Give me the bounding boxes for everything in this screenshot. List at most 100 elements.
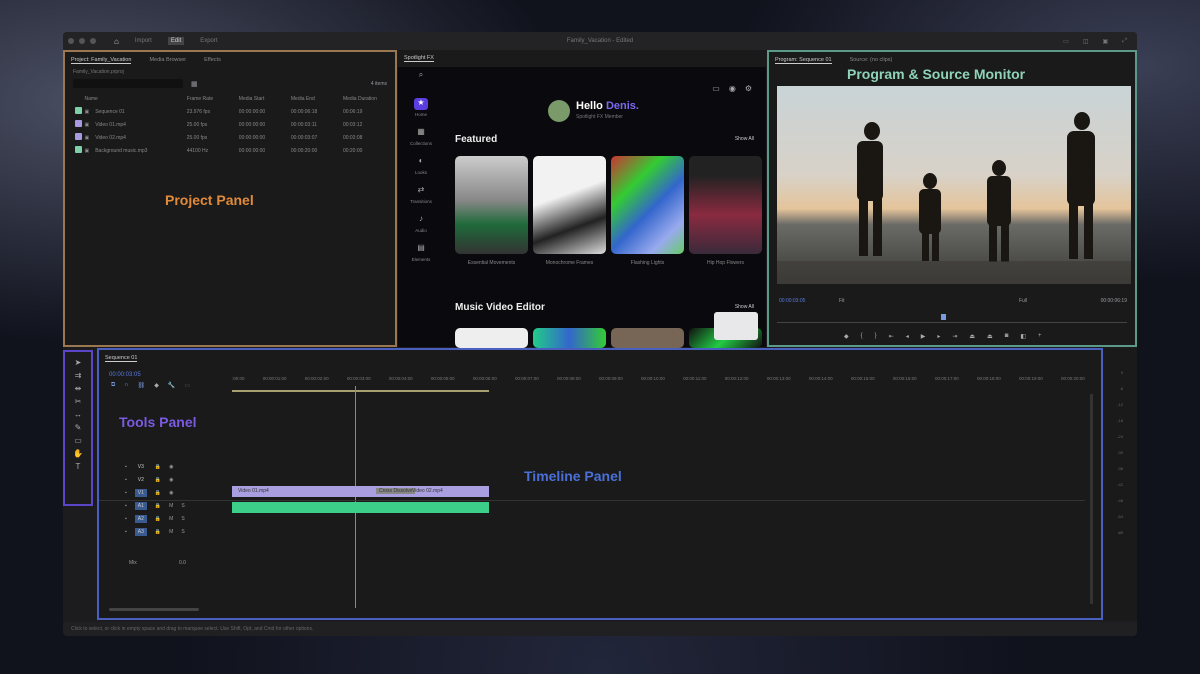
tab-spotlight[interactable]: Spotlight FX (404, 55, 434, 62)
toggle-sync-lock[interactable]: ▪ (125, 529, 127, 535)
lift-icon[interactable]: ⏏ (969, 333, 975, 340)
settings-icon[interactable]: ▣ (1103, 38, 1109, 45)
track-lock-icon[interactable]: 🔒 (155, 477, 161, 483)
razor-icon[interactable]: ✂ (75, 397, 82, 406)
fullscreen-icon[interactable]: ⤢ (1122, 38, 1127, 45)
timeline-timecode[interactable]: 00:00:03:05 (109, 372, 141, 378)
minimize-button[interactable] (79, 38, 85, 44)
sidebar-item[interactable]: ▦ Collections (410, 127, 432, 146)
nav-import[interactable]: Import (135, 38, 152, 44)
project-item[interactable]: ▣ Video 02.mp4 25.00 fps 00:00:00:00 00:00:0… (65, 131, 395, 144)
sidebar-item[interactable]: ▤ Elements (412, 243, 431, 262)
mute-button[interactable]: ◉ (169, 464, 173, 470)
tab-program[interactable]: Program: Sequence 01 (775, 57, 832, 64)
rectangle-icon[interactable]: ▭ (74, 436, 82, 445)
tab-project[interactable]: Project: Family_Vacation (71, 57, 132, 64)
playhead-timecode[interactable]: 00:00:03:05 (779, 298, 805, 304)
col-end[interactable]: Media End (291, 96, 343, 102)
track-header[interactable]: ▪ A2 🔒 M S (125, 512, 185, 525)
track-header[interactable]: ▪ V2 🔒 ◉ (125, 473, 185, 486)
label-color-swatch[interactable] (75, 146, 82, 153)
time-ruler[interactable]: :00:00 00:00:01:00 00:00:02:00 00:00:03:00 0… (232, 376, 1085, 388)
ripple-edit-icon[interactable]: ⇹ (75, 384, 82, 393)
track-select-icon[interactable]: ⇉ (75, 371, 82, 380)
snap-icon[interactable]: ∩ (124, 382, 128, 389)
home-icon[interactable]: ⌂ (114, 37, 119, 46)
tab-sequence[interactable]: Sequence 01 (105, 355, 138, 362)
hand-icon[interactable]: ✋ (73, 449, 83, 458)
new-bin-icon[interactable]: ▦ (191, 80, 198, 88)
quality-select[interactable]: Full (1019, 298, 1027, 304)
card-4[interactable] (689, 156, 762, 254)
horizontal-scrollbar[interactable] (109, 608, 199, 611)
step-forward-icon[interactable]: ▸ (937, 333, 940, 340)
wrench-icon[interactable]: 🔧 (168, 382, 175, 389)
audio-clip[interactable] (232, 502, 489, 513)
step-back-icon[interactable]: ◂ (906, 333, 909, 340)
nest-icon[interactable]: ⧉ (111, 382, 115, 389)
mute-button[interactable]: M (169, 503, 173, 509)
track-lock-icon[interactable]: 🔒 (155, 516, 161, 522)
video-clip[interactable]: Video 01.mp4 Cross Dissolve Video 02.mp4 (232, 486, 489, 497)
solo-button[interactable]: S (181, 516, 184, 522)
selection-tool-icon[interactable]: ➤ (75, 358, 82, 367)
workspace-icon[interactable]: ▭ (1063, 38, 1069, 45)
mute-button[interactable]: ◉ (169, 477, 173, 483)
sidebar-item[interactable]: ⇄ Transitions (410, 185, 432, 204)
col-duration[interactable]: Media Duration (343, 96, 395, 102)
card-3[interactable] (611, 156, 684, 254)
nav-edit[interactable]: Edit (167, 37, 185, 45)
close-button[interactable] (68, 38, 74, 44)
solo-button[interactable]: S (181, 529, 184, 535)
tab-media-browser[interactable]: Media Browser (149, 57, 186, 64)
card-6[interactable] (533, 328, 606, 348)
floating-widget[interactable] (714, 312, 758, 340)
track-header[interactable]: ▪ V3 🔒 ◉ (125, 460, 185, 473)
toggle-sync-lock[interactable]: ▪ (125, 464, 127, 470)
sidebar-item[interactable]: ♪ Audio (414, 214, 428, 233)
sidebar-item[interactable]: ◐ Looks (414, 156, 428, 175)
project-item[interactable]: ▣ Background music.mp3 44100 Hz 00:00:00:00… (65, 144, 395, 157)
track-lock-icon[interactable]: 🔒 (155, 490, 161, 496)
project-item[interactable]: ▣ Video 01.mp4 25.00 fps 00:00:00:00 00:00:0… (65, 118, 395, 131)
marker-icon[interactable]: ◆ (844, 333, 849, 340)
zoom-button[interactable] (90, 38, 96, 44)
monitor-scrubber[interactable] (777, 322, 1127, 323)
mute-button[interactable]: M (169, 529, 173, 535)
zoom-select[interactable]: Fit (839, 298, 845, 304)
marker-icon[interactable]: ◆ (154, 382, 159, 389)
nav-export[interactable]: Export (200, 38, 217, 44)
project-item[interactable]: ▣ Sequence 01 23.976 fps 00:00:00:00 00:00:0… (65, 105, 395, 118)
compare-icon[interactable]: ◧ (1020, 333, 1026, 340)
help-icon[interactable]: ◉ (729, 84, 736, 93)
card-2[interactable] (533, 156, 606, 254)
settings-icon[interactable]: ⚙ (745, 84, 752, 93)
chat-icon[interactable]: ▭ (712, 84, 720, 93)
card-5[interactable] (455, 328, 528, 348)
linked-icon[interactable]: ⛓ (138, 382, 146, 389)
avatar[interactable] (548, 100, 570, 122)
play-icon[interactable]: ▶ (921, 333, 926, 340)
solo-button[interactable]: S (181, 503, 184, 509)
extract-icon[interactable]: ⏏ (987, 333, 993, 340)
export-frame-icon[interactable]: ◙ (1005, 333, 1009, 340)
out-point-icon[interactable]: } (875, 333, 877, 340)
card-1[interactable] (455, 156, 528, 254)
col-name[interactable]: Name (84, 96, 186, 102)
col-start[interactable]: Media Start (239, 96, 291, 102)
tab-effects[interactable]: Effects (204, 57, 221, 64)
go-to-in-icon[interactable]: ⇤ (889, 333, 894, 340)
mix-value[interactable]: 0.0 (179, 560, 186, 566)
toggle-sync-lock[interactable]: ▪ (125, 477, 127, 483)
track-header[interactable]: ▪ A3 🔒 M S (125, 525, 185, 538)
track-lock-icon[interactable]: 🔒 (155, 464, 161, 470)
add-icon[interactable]: + (1038, 333, 1042, 340)
mute-button[interactable]: ◉ (169, 490, 173, 496)
vertical-scrollbar[interactable] (1090, 394, 1093, 604)
mute-button[interactable]: M (169, 516, 173, 522)
playhead-marker[interactable] (941, 314, 946, 320)
track-header[interactable]: ▪ V1 🔒 ◉ (125, 486, 185, 499)
toggle-sync-lock[interactable]: ▪ (125, 503, 127, 509)
tab-source[interactable]: Source: (no clips) (850, 57, 893, 64)
track-lock-icon[interactable]: 🔒 (155, 503, 161, 509)
